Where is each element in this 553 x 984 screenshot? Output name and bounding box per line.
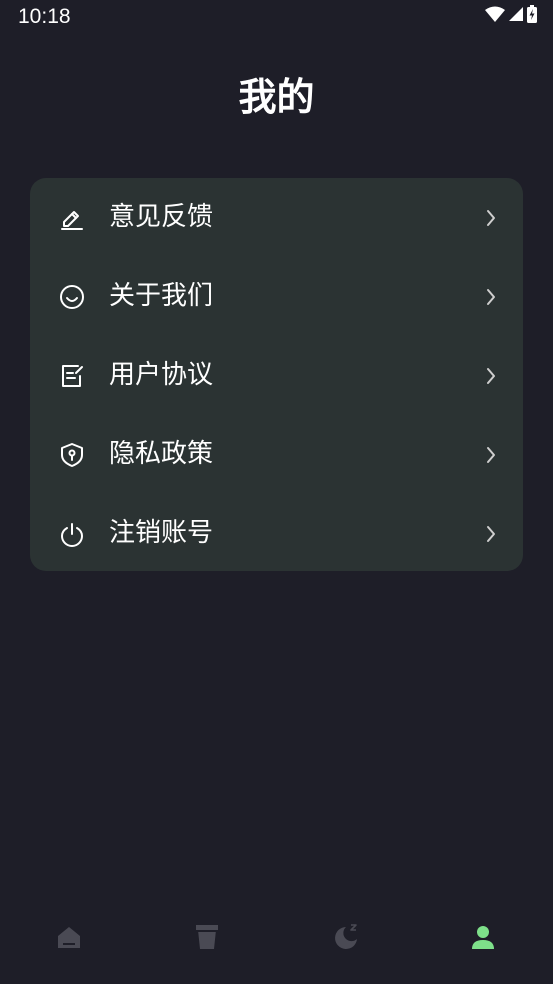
battery-icon [527,5,537,27]
status-bar: 10:18 [0,0,553,34]
cup-icon [196,925,218,949]
signal-icon [509,6,523,26]
menu-card: 意见反馈 关于我们 用户协议 隐私政策 注销账号 [30,178,523,571]
nav-cup[interactable] [192,922,222,952]
menu-item-label: 注销账号 [109,518,214,548]
menu-item-label: 隐私政策 [109,439,214,469]
menu-item-feedback[interactable]: 意见反馈 [30,178,523,257]
menu-item-delete-account[interactable]: 注销账号 [30,494,523,573]
nav-sleep[interactable] [330,922,360,952]
wifi-icon [485,6,505,26]
status-time: 10:18 [18,5,71,28]
edit-icon [58,204,86,232]
nav-profile[interactable] [468,922,498,952]
chevron-right-icon [485,366,497,386]
chevron-right-icon [485,287,497,307]
power-icon [58,520,86,548]
page-title: 我的 [238,75,315,119]
document-icon [58,362,86,390]
chevron-right-icon [485,524,497,544]
home-icon [58,927,80,948]
bottom-nav [0,902,553,974]
smile-icon [58,283,86,311]
shield-icon [58,441,86,469]
nav-home[interactable] [54,922,84,952]
chevron-right-icon [485,445,497,465]
menu-item-label: 用户协议 [109,360,214,390]
status-icons [485,5,537,27]
menu-item-user-agreement[interactable]: 用户协议 [30,336,523,415]
moon-sleep-icon [335,924,357,949]
menu-item-about[interactable]: 关于我们 [30,257,523,336]
menu-item-label: 意见反馈 [109,202,214,232]
menu-item-label: 关于我们 [109,281,214,311]
chevron-right-icon [485,208,497,228]
user-icon [472,926,494,949]
menu-item-privacy-policy[interactable]: 隐私政策 [30,415,523,494]
